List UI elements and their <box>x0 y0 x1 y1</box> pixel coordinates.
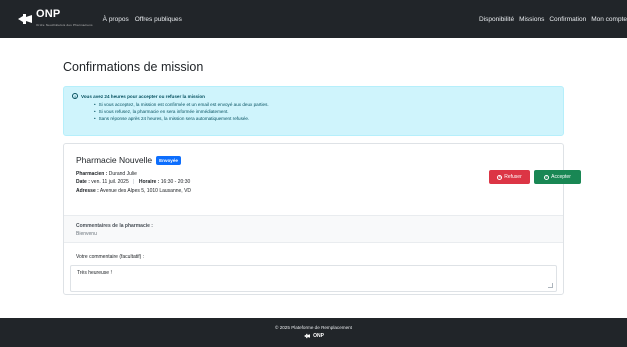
mission-card: Pharmacie Nouvelle Envoyée Pharmacien : … <box>63 143 581 295</box>
page-title: Confirmations de mission <box>63 60 204 74</box>
refuse-button[interactable]: ✕ Refuser <box>489 170 530 184</box>
address-line: Adresse : Avenue des Alpes 5, 1010 Lausa… <box>76 188 191 194</box>
alert-heading: Vous avez 24 heures pour accepter ou ref… <box>81 93 205 99</box>
footer-logo-text: ONP <box>313 333 324 339</box>
nav-link-disponibilite[interactable]: Disponibilité <box>479 16 514 23</box>
check-circle-icon: ✓ <box>544 174 550 180</box>
pharmacy-comments-value: Bienvenu <box>76 231 97 237</box>
pharmacy-name: Pharmacie Nouvelle <box>76 155 153 165</box>
pharmacy-comments-label: Commentaires de la pharmacie : <box>76 223 153 229</box>
onp-logo-icon <box>18 14 32 24</box>
brand-subtitle: Ordre Neuchâtelois des Pharmaciens <box>36 22 93 27</box>
date-value: ven. 11 juil. 2025 <box>91 179 129 185</box>
refuse-label: Refuser <box>504 174 522 180</box>
brand-name: ONP <box>36 7 61 20</box>
address-value: Avenue des Alpes 5, 1010 Lausanne, VD <box>99 188 192 194</box>
pharmacist-value: Durand Julie <box>108 171 137 177</box>
alert-item: Sans réponse après 24 heures, la mission… <box>94 115 555 122</box>
x-circle-icon: ✕ <box>497 174 503 180</box>
hours-value: 16:30 - 20:30 <box>160 179 191 185</box>
nav-link-confirmation[interactable]: Confirmation <box>549 16 586 23</box>
date-label: Date : <box>76 179 90 185</box>
alert-item: Si vous refusez, la pharmacie en sera in… <box>94 108 555 115</box>
info-icon: i <box>72 93 78 99</box>
mission-details: Pharmacie Nouvelle Envoyée Pharmacien : … <box>64 144 581 215</box>
pharmacist-label: Pharmacien : <box>76 171 108 177</box>
address-label: Adresse : <box>76 188 99 194</box>
onp-logo-icon <box>304 333 311 339</box>
comment-textarea[interactable]: Très heureuse ! <box>70 265 557 292</box>
accept-label: Accepter <box>551 174 571 180</box>
separator: | <box>133 179 135 185</box>
accept-button[interactable]: ✓ Accepter <box>534 170 581 184</box>
pharmacy-comments: Commentaires de la pharmacie : Bienvenu <box>64 215 563 243</box>
date-line: Date : ven. 11 juil. 2025 | Horaire : 16… <box>76 179 190 185</box>
brand-logo[interactable]: ONP Ordre Neuchâtelois des Pharmaciens <box>17 7 93 30</box>
nav-link-mon-compte[interactable]: Mon compte <box>591 16 627 23</box>
status-badge: Envoyée <box>156 155 181 165</box>
nav-right: Disponibilité Missions Confirmation Mon … <box>474 16 627 23</box>
info-alert: i Vous avez 24 heures pour accepter ou r… <box>63 86 564 136</box>
resize-handle-icon[interactable] <box>548 283 553 288</box>
your-comment-label: Votre commentaire (facultatif) : <box>76 254 145 260</box>
nav-left: À propos Offres publiques <box>103 16 188 23</box>
nav-link-missions[interactable]: Missions <box>519 16 544 23</box>
footer-logo: ONP <box>303 333 324 339</box>
alert-item: Si vous acceptez, la mission est confirm… <box>94 101 555 108</box>
top-navbar: ONP Ordre Neuchâtelois des Pharmaciens À… <box>0 0 627 38</box>
nav-link-offres-publiques[interactable]: Offres publiques <box>135 16 182 23</box>
comment-textarea-value: Très heureuse ! <box>77 270 112 276</box>
footer: © 2025 Plateforme de Remplacement ONP <box>0 318 627 347</box>
footer-copyright: © 2025 Plateforme de Remplacement <box>275 325 352 330</box>
nav-link-a-propos[interactable]: À propos <box>103 16 129 23</box>
pharmacist-line: Pharmacien : Durand Julie <box>76 171 137 177</box>
hours-label: Horaire : <box>138 179 160 185</box>
alert-list: Si vous acceptez, la mission est confirm… <box>94 101 555 122</box>
